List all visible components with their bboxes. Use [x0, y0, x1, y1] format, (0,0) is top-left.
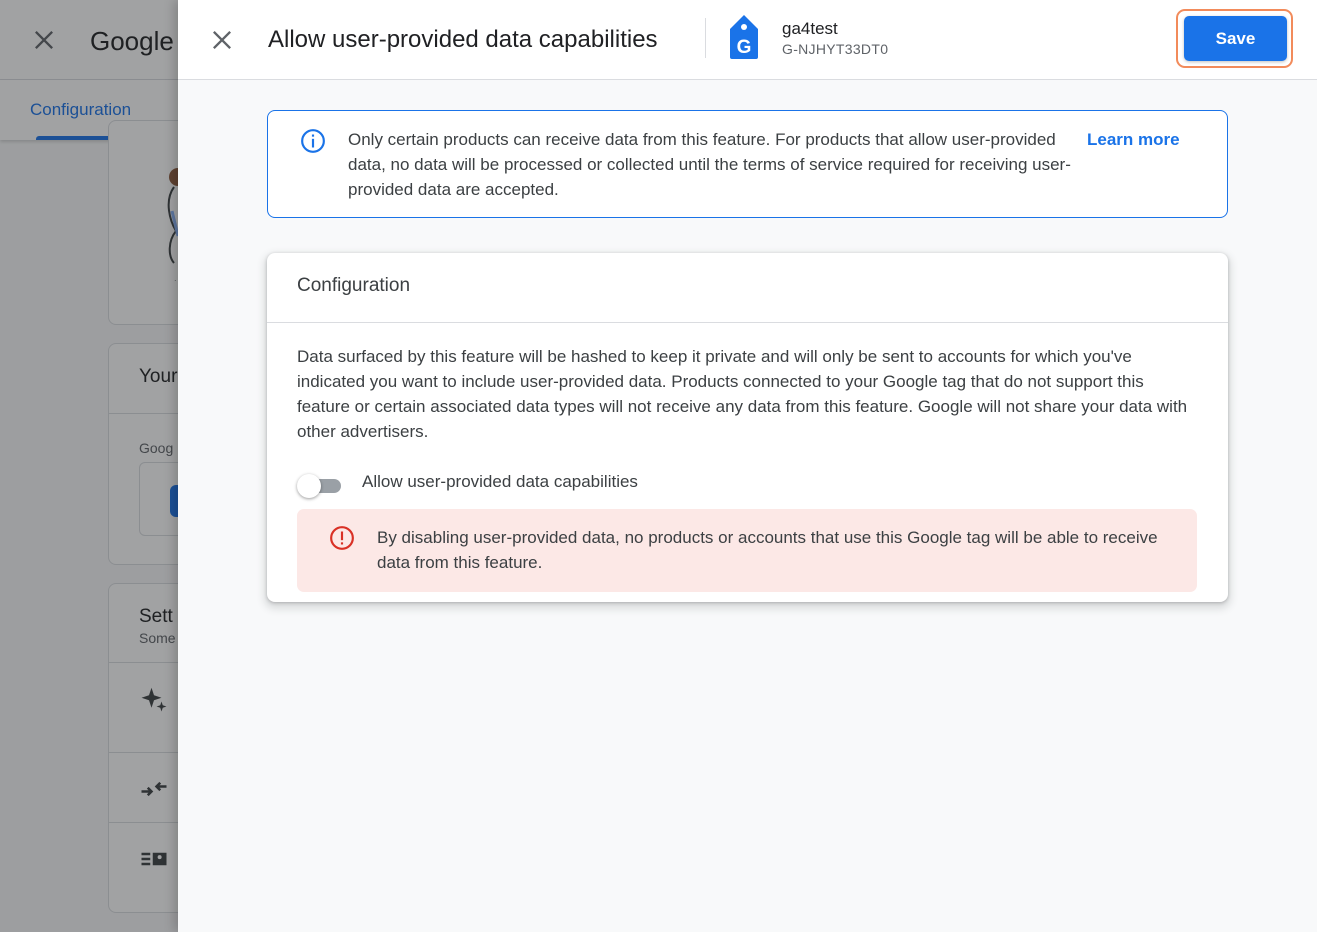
- panel-header: Allow user-provided data capabilities G …: [178, 0, 1317, 80]
- info-banner-text: Only certain products can receive data f…: [348, 130, 1071, 199]
- header-divider: [705, 18, 706, 58]
- info-banner: Only certain products can receive data f…: [267, 110, 1228, 218]
- user-provided-data-toggle[interactable]: [297, 472, 343, 498]
- learn-more-link[interactable]: Learn more: [1087, 130, 1180, 150]
- tag-icon: G: [730, 15, 758, 59]
- configuration-card-title: Configuration: [297, 275, 411, 296]
- configuration-description: Data surfaced by this feature will be ha…: [297, 347, 1188, 441]
- warning-banner: By disabling user-provided data, no prod…: [297, 509, 1197, 592]
- side-panel: Allow user-provided data capabilities G …: [178, 0, 1317, 932]
- info-icon: [301, 129, 325, 153]
- save-button[interactable]: Save: [1184, 16, 1287, 61]
- error-icon: [330, 526, 354, 550]
- divider: [267, 322, 1228, 323]
- toggle-label: Allow user-provided data capabilities: [362, 472, 638, 491]
- close-button[interactable]: [208, 26, 236, 54]
- tag-id: G-NJHYT33DT0: [782, 41, 889, 57]
- tag-name: ga4test: [782, 19, 838, 38]
- close-icon: [213, 31, 231, 49]
- toggle-knob: [297, 474, 321, 498]
- warning-text: By disabling user-provided data, no prod…: [377, 528, 1158, 572]
- panel-title: Allow user-provided data capabilities: [268, 26, 658, 53]
- configuration-card: Configuration Data surfaced by this feat…: [267, 253, 1228, 602]
- tag-icon-letter: G: [737, 37, 752, 58]
